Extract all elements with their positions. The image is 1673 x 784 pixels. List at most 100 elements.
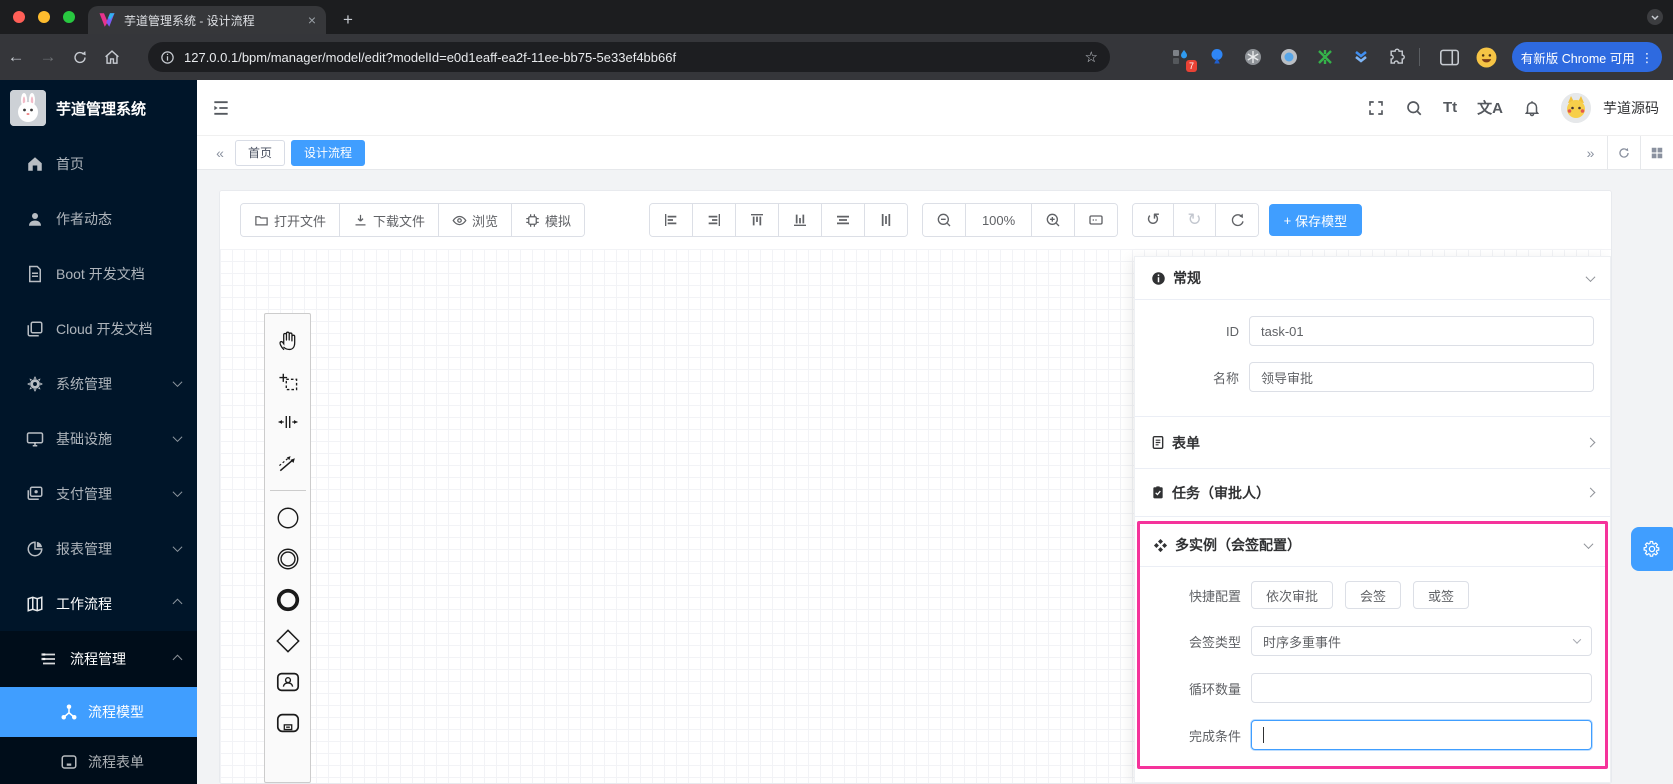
sidebar-item-boot-docs[interactable]: Boot 开发文档 bbox=[0, 246, 197, 301]
tag-design-process[interactable]: 设计流程 bbox=[291, 139, 366, 166]
zoom-out-button[interactable] bbox=[923, 204, 967, 236]
sidebar-item-process-mgmt[interactable]: 流程管理 bbox=[0, 631, 197, 687]
bpmn-palette bbox=[264, 313, 311, 783]
create-start-event[interactable] bbox=[272, 502, 304, 534]
name-input[interactable] bbox=[1249, 362, 1594, 392]
fit-viewport-button[interactable] bbox=[1075, 204, 1118, 236]
id-input[interactable] bbox=[1249, 316, 1594, 346]
align-left-button[interactable] bbox=[650, 204, 694, 236]
sequential-approve-button[interactable]: 依次审批 bbox=[1251, 581, 1334, 609]
create-subprocess[interactable] bbox=[272, 707, 304, 739]
completion-condition-input[interactable] bbox=[1251, 720, 1592, 750]
hand-tool[interactable] bbox=[272, 324, 304, 356]
extension-icon-3[interactable] bbox=[1242, 46, 1264, 68]
save-model-button[interactable]: + 保存模型 bbox=[1268, 204, 1363, 236]
align-top-button[interactable] bbox=[736, 204, 780, 236]
create-gateway[interactable] bbox=[272, 625, 304, 657]
section-multi-instance[interactable]: 多实例（会签配置） bbox=[1140, 524, 1605, 567]
user-avatar[interactable] bbox=[1561, 92, 1591, 123]
align-right-button[interactable] bbox=[693, 204, 737, 236]
sidebar-item-cloud-docs[interactable]: Cloud 开发文档 bbox=[0, 301, 197, 356]
chrome-update-button[interactable]: 有新版 Chrome 可用 ⋮ bbox=[1512, 42, 1662, 72]
align-bottom-button[interactable] bbox=[779, 204, 823, 236]
tab-close-icon[interactable]: × bbox=[308, 12, 316, 28]
space-tool[interactable] bbox=[272, 406, 304, 438]
profile-avatar-icon[interactable] bbox=[1475, 46, 1497, 68]
site-info-icon[interactable] bbox=[160, 50, 175, 65]
redo-button[interactable]: ↻ bbox=[1174, 204, 1216, 236]
sidebar-item-process-form[interactable]: 流程表单 bbox=[0, 737, 197, 784]
undo-button[interactable]: ↺ bbox=[1133, 204, 1175, 236]
notification-bell-icon[interactable] bbox=[1523, 99, 1541, 117]
forward-icon[interactable]: → bbox=[32, 47, 64, 67]
username[interactable]: 芋道源码 bbox=[1603, 98, 1659, 118]
translate-icon[interactable]: 文A bbox=[1477, 97, 1503, 118]
tags-collapse-icon[interactable]: « bbox=[205, 145, 235, 161]
extension-icon-5[interactable] bbox=[1314, 46, 1336, 68]
reload-icon[interactable] bbox=[64, 49, 96, 66]
id-label: ID bbox=[1226, 323, 1239, 339]
browser-tab[interactable]: 芋道管理系统 - 设计流程 × bbox=[88, 6, 326, 34]
extension-icon-6[interactable] bbox=[1350, 46, 1372, 68]
loop-count-input[interactable] bbox=[1251, 673, 1592, 703]
create-intermediate-event[interactable] bbox=[272, 543, 304, 575]
app-logo[interactable]: 芋道管理系统 bbox=[0, 80, 197, 136]
preview-button[interactable]: 浏览 bbox=[439, 204, 513, 236]
settings-fab-button[interactable] bbox=[1631, 527, 1673, 571]
section-general[interactable]: 常规 bbox=[1135, 257, 1610, 300]
align-center-vertical-button[interactable] bbox=[865, 204, 908, 236]
download-file-button[interactable]: 下载文件 bbox=[340, 204, 440, 236]
search-icon[interactable] bbox=[1405, 99, 1423, 117]
extension-icon-4[interactable] bbox=[1278, 46, 1300, 68]
sidebar-item-home[interactable]: 首页 bbox=[0, 136, 197, 191]
zoom-level[interactable]: 100% bbox=[966, 204, 1033, 236]
completion-condition-label: 完成条件 bbox=[1188, 728, 1241, 744]
section-task[interactable]: 任务（审批人） bbox=[1135, 469, 1610, 517]
sidebar-item-workflow[interactable]: 工作流程 bbox=[0, 576, 197, 631]
app-navbar: Tt 文A 芋道源码 bbox=[197, 80, 1673, 136]
extensions-puzzle-icon[interactable] bbox=[1386, 46, 1408, 68]
bpmn-canvas[interactable]: 请假大于 3 天 请假小于等于 1 天 bbox=[220, 249, 1611, 783]
create-user-task[interactable] bbox=[272, 666, 304, 698]
countersign-button[interactable]: 会签 bbox=[1345, 581, 1402, 609]
sequence-flows[interactable] bbox=[471, 352, 520, 399]
font-size-icon[interactable]: Tt bbox=[1443, 99, 1457, 116]
sidebar-item-report[interactable]: 报表管理 bbox=[0, 521, 197, 576]
or-sign-button[interactable]: 或签 bbox=[1413, 581, 1470, 609]
chevron-down-icon bbox=[172, 432, 183, 443]
address-bar[interactable]: 127.0.0.1/bpm/manager/model/edit?modelId… bbox=[148, 42, 1110, 72]
side-panel-icon[interactable] bbox=[1438, 46, 1460, 68]
restart-button[interactable] bbox=[1215, 204, 1258, 236]
sign-type-select[interactable]: 时序多重事件 bbox=[1251, 626, 1592, 656]
sidebar-item-author[interactable]: 作者动态 bbox=[0, 191, 197, 246]
new-tab-button[interactable]: + bbox=[336, 8, 360, 32]
close-window-button[interactable] bbox=[13, 11, 25, 23]
menu-fold-icon[interactable] bbox=[211, 98, 231, 118]
extension-icon-1[interactable]: 7 bbox=[1170, 46, 1197, 72]
minimize-window-button[interactable] bbox=[38, 11, 50, 23]
create-end-event[interactable] bbox=[272, 584, 304, 616]
fullscreen-icon[interactable] bbox=[1367, 99, 1385, 117]
open-file-button[interactable]: 打开文件 bbox=[241, 204, 341, 236]
global-connect-tool[interactable] bbox=[272, 447, 304, 479]
browser-menu-icon[interactable]: ⋮ bbox=[1641, 50, 1654, 65]
layout-grid-icon[interactable] bbox=[1640, 136, 1673, 169]
simulate-button[interactable]: 模拟 bbox=[512, 204, 585, 236]
lasso-tool[interactable] bbox=[272, 365, 304, 397]
zoom-in-button[interactable] bbox=[1032, 204, 1076, 236]
home-icon[interactable] bbox=[96, 49, 128, 66]
back-icon[interactable]: ← bbox=[0, 47, 32, 67]
sidebar-item-infra[interactable]: 基础设施 bbox=[0, 411, 197, 466]
bookmark-star-icon[interactable]: ☆ bbox=[1085, 48, 1098, 66]
sidebar-item-payment[interactable]: 支付管理 bbox=[0, 466, 197, 521]
sidebar-item-process-model[interactable]: 流程模型 bbox=[0, 687, 197, 737]
tab-search-icon[interactable] bbox=[1647, 9, 1663, 25]
align-center-horizontal-button[interactable] bbox=[822, 204, 866, 236]
section-form[interactable]: 表单 bbox=[1135, 417, 1610, 469]
tags-refresh-icon[interactable] bbox=[1607, 136, 1640, 169]
tags-expand-icon[interactable]: » bbox=[1574, 136, 1607, 169]
extension-icon-2[interactable] bbox=[1206, 46, 1228, 68]
zoom-window-button[interactable] bbox=[63, 11, 75, 23]
sidebar-item-system[interactable]: 系统管理 bbox=[0, 356, 197, 411]
tag-home[interactable]: 首页 bbox=[235, 139, 286, 166]
